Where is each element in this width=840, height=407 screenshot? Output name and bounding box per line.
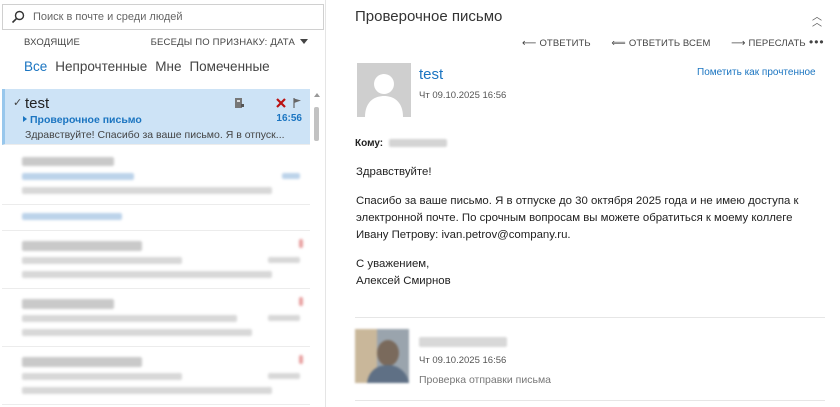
- blurred-time: [268, 257, 300, 263]
- reply-all-icon: ⟸: [611, 38, 626, 49]
- blurred-subject: [22, 257, 182, 264]
- reply-icon: ⟵: [522, 38, 537, 49]
- filter-all[interactable]: Все: [24, 59, 47, 74]
- divider: [355, 400, 825, 401]
- blurred-sender: [22, 357, 142, 367]
- blurred-preview: [22, 187, 272, 194]
- filter-to-me[interactable]: Мне: [155, 59, 181, 74]
- reply-sender-blurred[interactable]: [419, 337, 507, 347]
- divider: [355, 317, 825, 318]
- search-input[interactable]: [33, 9, 313, 25]
- blurred-sender: [22, 299, 114, 309]
- scrollbar-thumb[interactable]: [314, 107, 319, 141]
- person-icon: [357, 63, 411, 117]
- to-label: Кому:: [355, 138, 384, 149]
- body-signature: Алексей Смирнов: [356, 275, 451, 287]
- blurred-sender: [22, 241, 142, 251]
- blurred-time: [268, 315, 300, 321]
- blurred-preview: [22, 329, 252, 336]
- chevron-down-icon: [300, 39, 308, 44]
- collapse-icon[interactable]: ︿ ︿: [812, 13, 822, 29]
- blurred-flag: [299, 355, 303, 364]
- list-item[interactable]: [2, 147, 310, 205]
- sent-date: Чт 09.10.2025 16:56: [419, 90, 507, 101]
- list-item[interactable]: [2, 231, 310, 289]
- search-box[interactable]: [2, 4, 324, 30]
- message-actions: ⟵ ОТВЕТИТЬ ⟸ ОТВЕТИТЬ ВСЕМ ⟶ ПЕРЕСЛАТЬ: [522, 38, 824, 49]
- sender-name[interactable]: test: [419, 66, 443, 83]
- filter-tabs: Все Непрочтенные Мне Помеченные: [24, 59, 278, 74]
- delete-icon[interactable]: [275, 97, 287, 109]
- avatar: [357, 63, 411, 117]
- filter-flagged[interactable]: Помеченные: [189, 59, 269, 74]
- scroll-up-icon[interactable]: [314, 93, 320, 97]
- reply-preview[interactable]: Проверка отправки письма: [419, 374, 551, 386]
- blurred-subject: [22, 173, 134, 180]
- sort-dropdown[interactable]: БЕСЕДЫ ПО ПРИЗНАКУ: ДАТА: [151, 37, 308, 48]
- reply-button[interactable]: ⟵ ОТВЕТИТЬ: [522, 38, 591, 49]
- recipient-name[interactable]: [389, 139, 448, 147]
- body-signoff: С уважением,: [356, 258, 430, 270]
- filter-unread[interactable]: Непрочтенные: [55, 59, 147, 74]
- reply-date: Чт 09.10.2025 16:56: [419, 355, 507, 366]
- list-item[interactable]: [2, 205, 310, 231]
- blurred-sender: [22, 157, 114, 166]
- sort-label: БЕСЕДЫ ПО ПРИЗНАКУ: ДАТА: [150, 37, 295, 48]
- body-greeting: Здравствуйте!: [356, 166, 432, 178]
- message-list: ✓ test Проверочное письмо 16:56 Здравств…: [2, 89, 310, 407]
- mark-read-link[interactable]: Пометить как прочтенное: [697, 67, 816, 78]
- message-body: Здравствуйте! Спасибо за ваше письмо. Я …: [356, 164, 826, 302]
- blurred-flag: [299, 297, 303, 306]
- message-time: 16:56: [276, 113, 302, 124]
- folder-name: ВХОДЯЩИЕ: [24, 37, 81, 48]
- body-line: Спасибо за ваше письмо. Я в отпуске до 3…: [356, 195, 799, 207]
- more-icon[interactable]: •••: [809, 35, 825, 49]
- blurred-time: [268, 373, 300, 379]
- message-list-pane: ВХОДЯЩИЕ БЕСЕДЫ ПО ПРИЗНАКУ: ДАТА Все Неп…: [0, 0, 326, 407]
- list-item-selected[interactable]: ✓ test Проверочное письмо 16:56 Здравств…: [2, 89, 310, 145]
- message-preview: Здравствуйте! Спасибо за ваше письмо. Я …: [25, 129, 285, 141]
- message-sender: test: [25, 95, 50, 112]
- search-icon: [11, 10, 25, 24]
- reply-avatar: [355, 329, 409, 383]
- recipient-line: Кому:: [355, 138, 448, 149]
- body-paragraph: Спасибо за ваше письмо. Я в отпуске до 3…: [356, 193, 826, 244]
- flag-icon[interactable]: [292, 97, 304, 109]
- blurred-subject: [22, 315, 237, 322]
- move-icon[interactable]: [233, 97, 245, 109]
- message-title: Проверочное письмо: [355, 8, 503, 25]
- body-line: электронной почте. По срочным вопросам в…: [356, 212, 793, 224]
- forward-icon: ⟶: [731, 38, 746, 49]
- folder-bar: ВХОДЯЩИЕ БЕСЕДЫ ПО ПРИЗНАКУ: ДАТА: [24, 36, 308, 50]
- blurred-subject: [22, 373, 182, 380]
- reply-all-button[interactable]: ⟸ ОТВЕТИТЬ ВСЕМ: [611, 38, 710, 49]
- blurred-preview: [22, 271, 272, 278]
- body-signature-block: С уважением, Алексей Смирнов: [356, 256, 826, 290]
- blurred-flag: [299, 239, 303, 248]
- list-item[interactable]: [2, 289, 310, 347]
- blurred-preview: [22, 387, 272, 394]
- reading-pane: Проверочное письмо ︿ ︿ ⟵ ОТВЕТИТЬ ⟸ ОТВЕТИТ…: [327, 0, 840, 407]
- photo-avatar-icon: [355, 329, 409, 383]
- forward-button[interactable]: ⟶ ПЕРЕСЛАТЬ: [731, 38, 806, 49]
- blurred-time: [282, 173, 300, 179]
- scrollbar[interactable]: [313, 89, 321, 407]
- message-subject: Проверочное письмо: [23, 114, 142, 126]
- check-icon: ✓: [13, 97, 23, 109]
- blurred-link: [22, 213, 122, 220]
- list-item[interactable]: [2, 347, 310, 405]
- expand-icon: [23, 116, 27, 122]
- body-line: Ивану Петрову: ivan.petrov@company.ru.: [356, 229, 571, 241]
